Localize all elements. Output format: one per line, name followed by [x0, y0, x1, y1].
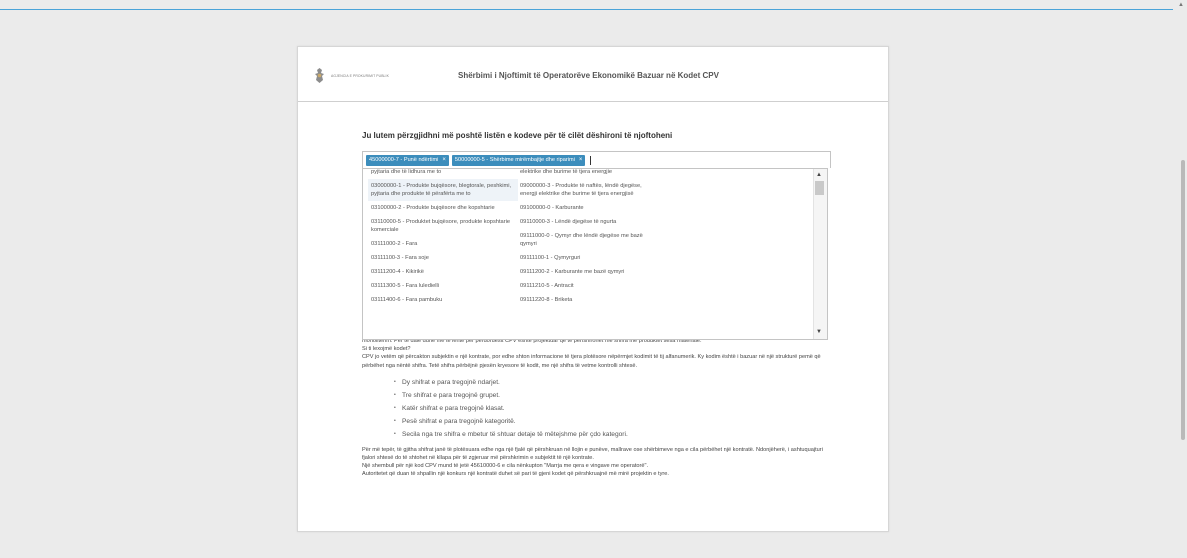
dropdown-option[interactable]: 09100000-0 - Karburante: [517, 201, 657, 215]
page-scrollbar-thumb[interactable]: [1181, 160, 1185, 440]
paragraph: Autoritetet që duan të shpallin një konk…: [362, 471, 669, 478]
dropdown-option[interactable]: 03110000-5 - Produktet bujqësore, produk…: [368, 215, 518, 237]
dropdown-option[interactable]: elektrike dhe burime të tjera energjie: [517, 169, 657, 179]
question-heading: Si ti lexojmë kodet?: [362, 346, 411, 353]
digit-structure-list: Dy shifrat e para tregojnë ndarjet. Tre …: [362, 376, 832, 441]
top-accent-line: [0, 9, 1173, 10]
cpv-multiselect[interactable]: 45000000-7 - Punë ndërtimi × 50000000-5 …: [362, 151, 831, 168]
cpv-dropdown-list[interactable]: pyjtaria dhe të lidhura me to 03000000-1…: [362, 168, 828, 340]
dropdown-option[interactable]: 03111100-3 - Fara soje: [368, 251, 518, 265]
dropdown-option[interactable]: 03111400-6 - Fara pambuku: [368, 293, 518, 307]
list-item: Dy shifrat e para tregojnë ndarjet.: [362, 376, 832, 389]
paragraph: Një shembull për një kod CPV mund të jet…: [362, 463, 648, 470]
tag-remove-icon[interactable]: ×: [442, 155, 446, 166]
selected-tag: 45000000-7 - Punë ndërtimi ×: [366, 154, 449, 166]
list-item: Secila nga tre shifra e mbetur të shtuar…: [362, 428, 832, 441]
dropdown-scrollbar-thumb[interactable]: [815, 181, 824, 195]
dropdown-option[interactable]: 09000000-3 - Produkte të naftës, lëndë d…: [517, 179, 657, 201]
tag-label: 45000000-7 - Punë ndërtimi: [369, 156, 439, 163]
dropdown-option[interactable]: 09110000-3 - Lëndë djegëse të ngurta: [517, 215, 657, 229]
dropdown-option[interactable]: 09111200-2 - Karburante me bazë qymyri: [517, 265, 657, 279]
dropdown-option[interactable]: 03100000-2 - Produkte bujqësore dhe kops…: [368, 201, 518, 215]
scroll-up-icon[interactable]: ▲: [1178, 2, 1184, 8]
page-title: Shërbimi i Njoftimit të Operatorëve Ekon…: [458, 71, 719, 80]
cpv-description: monoliterim. Për të dalë duhe me të leht…: [362, 337, 832, 479]
instruction-text: Ju lutem përzgjidhni më poshtë listën e …: [362, 131, 673, 140]
dropdown-option[interactable]: 03000000-1 - Produkte bujqësore, blegtor…: [368, 179, 518, 201]
main-card: AGJENCIA E PROKURIMIT PUBLIK Shërbimi i …: [297, 46, 889, 532]
dropdown-option[interactable]: 09111210-5 - Antracit: [517, 279, 657, 293]
list-item: Katër shifrat e para tregojnë klasat.: [362, 402, 832, 415]
dropdown-option[interactable]: 03111200-4 - Kikirikë: [368, 265, 518, 279]
dropdown-option[interactable]: pyjtaria dhe të lidhura me to: [368, 169, 518, 179]
dropdown-option[interactable]: 09111100-1 - Qymyrguri: [517, 251, 657, 265]
tag-remove-icon[interactable]: ×: [579, 155, 583, 166]
dropdown-option[interactable]: 09111000-0 - Qymyr dhe lëndë djegëse me …: [517, 229, 657, 251]
list-item: Pesë shifrat e para tregojnë kategoritë.: [362, 415, 832, 428]
scroll-down-arrow-icon[interactable]: ▼: [816, 329, 822, 335]
paragraph: CPV jo vetëm që përcakton subjektin e nj…: [362, 354, 821, 369]
emblem-icon: [315, 68, 324, 83]
tag-label: 50000000-5 - Shërbime mirëmbajtje dhe ri…: [454, 156, 575, 163]
dropdown-column-right: elektrike dhe burime të tjera energjie 0…: [517, 169, 657, 307]
page-header: AGJENCIA E PROKURIMIT PUBLIK Shërbimi i …: [298, 47, 888, 102]
scroll-up-arrow-icon[interactable]: ▲: [816, 172, 822, 178]
dropdown-option[interactable]: 03111300-5 - Fara luledielli: [368, 279, 518, 293]
logo-text: AGJENCIA E PROKURIMIT PUBLIK: [331, 73, 389, 78]
paragraph: Për më tepër, të gjitha shifrat janë të …: [362, 446, 823, 462]
text-cursor[interactable]: [590, 155, 592, 165]
dropdown-column-left: pyjtaria dhe të lidhura me to 03000000-1…: [368, 169, 518, 307]
dropdown-option[interactable]: 09111220-8 - Briketa: [517, 293, 657, 307]
dropdown-option[interactable]: 03111000-2 - Fara: [368, 237, 518, 251]
list-item: Tre shifrat e para tregojnë grupet.: [362, 389, 832, 402]
agency-logo: AGJENCIA E PROKURIMIT PUBLIK: [313, 67, 389, 84]
selected-tag: 50000000-5 - Shërbime mirëmbajtje dhe ri…: [451, 154, 586, 166]
